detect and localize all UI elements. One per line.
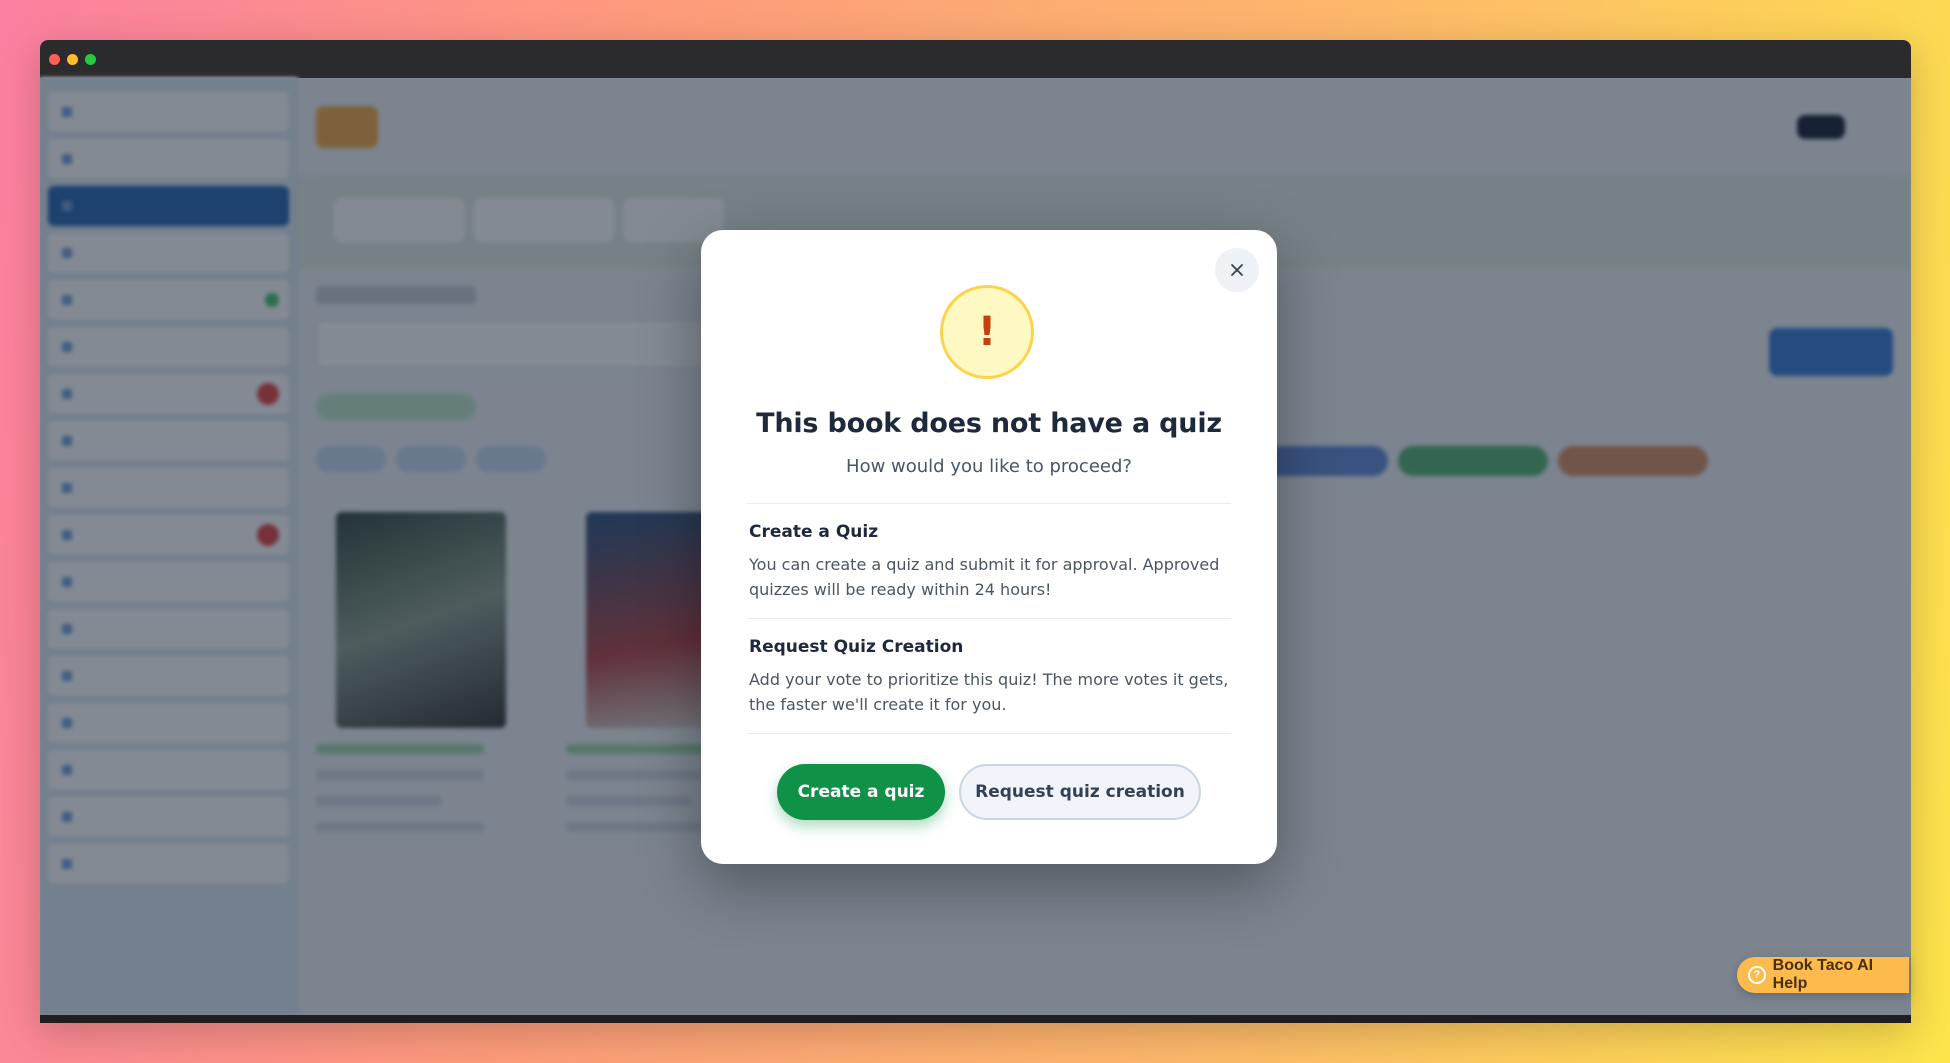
option-create-quiz: Create a Quiz You can create a quiz and … bbox=[747, 503, 1231, 602]
create-quiz-button[interactable]: Create a quiz bbox=[777, 764, 945, 820]
window-titlebar bbox=[40, 40, 1911, 78]
option-title: Request Quiz Creation bbox=[749, 637, 964, 657]
window-close-dot[interactable] bbox=[49, 53, 60, 65]
request-quiz-creation-button[interactable]: Request quiz creation bbox=[959, 764, 1201, 820]
ai-help-label: Book Taco AI Help bbox=[1772, 957, 1874, 992]
close-button[interactable] bbox=[1215, 248, 1259, 292]
window-minimize-dot[interactable] bbox=[67, 53, 78, 65]
close-icon bbox=[1231, 264, 1243, 276]
window-maximize-dot[interactable] bbox=[85, 53, 96, 65]
warning-icon: ! bbox=[940, 285, 1034, 379]
dialog-subtitle: How would you like to proceed? bbox=[846, 456, 1132, 477]
ai-help-button[interactable]: ? Book Taco AI Help bbox=[1737, 957, 1909, 993]
dialog-title: This book does not have a quiz bbox=[756, 408, 1222, 439]
question-circle-icon: ? bbox=[1748, 966, 1766, 984]
no-quiz-dialog: ! This book does not have a quiz How wou… bbox=[701, 230, 1277, 864]
divider bbox=[747, 733, 1231, 734]
option-title: Create a Quiz bbox=[749, 522, 879, 542]
window-bottom-strip bbox=[40, 1015, 1911, 1023]
option-request-quiz: Request Quiz Creation Add your vote to p… bbox=[747, 618, 1231, 717]
option-description: You can create a quiz and submit it for … bbox=[749, 555, 1220, 599]
option-description: Add your vote to prioritize this quiz! T… bbox=[749, 670, 1229, 714]
warning-glyph: ! bbox=[977, 309, 997, 355]
